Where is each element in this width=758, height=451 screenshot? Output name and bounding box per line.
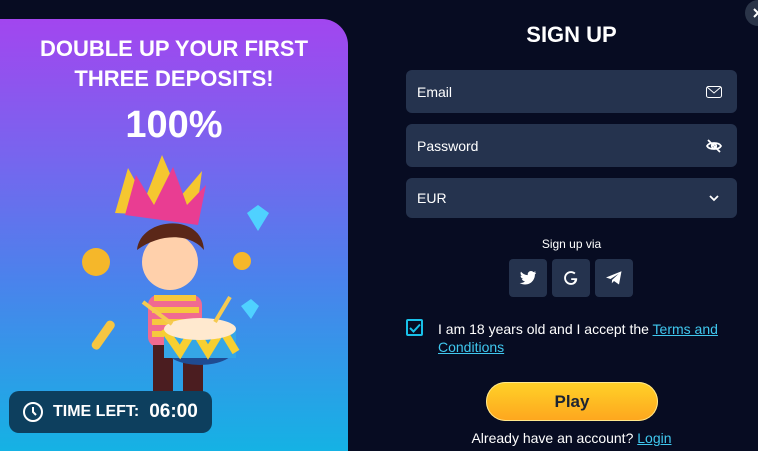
twitter-button[interactable]: [509, 259, 547, 297]
promo-headline: DOUBLE UP YOUR FIRST THREE DEPOSITS!: [39, 36, 309, 91]
close-button[interactable]: [745, 0, 758, 26]
login-prompt-text: Already have an account?: [471, 430, 638, 446]
telegram-icon: [606, 271, 622, 285]
twitter-icon: [519, 271, 537, 285]
page-title: SIGN UP: [526, 22, 617, 47]
checkmark-icon: [408, 323, 421, 333]
play-button[interactable]: Play: [486, 382, 658, 421]
password-label: Password: [417, 137, 479, 154]
hide-password-icon[interactable]: [705, 137, 723, 155]
currency-value: EUR: [417, 190, 447, 206]
google-icon: [564, 271, 578, 285]
promo-banner: DOUBLE UP YOUR FIRST THREE DEPOSITS! 100…: [0, 19, 348, 451]
login-link[interactable]: Login: [637, 430, 671, 446]
google-button[interactable]: [552, 259, 590, 297]
email-field[interactable]: Email: [406, 70, 737, 113]
terms-agreement: I am 18 years old and I accept the Terms…: [438, 320, 738, 356]
telegram-button[interactable]: [595, 259, 633, 297]
terms-text: I am 18 years old and I accept the: [438, 321, 653, 337]
login-prompt: Already have an account? Login: [406, 430, 737, 446]
currency-select[interactable]: EUR: [406, 178, 737, 218]
password-field[interactable]: Password: [406, 124, 737, 167]
signup-via-label: Sign up via: [541, 237, 602, 251]
timer-value: 06:00: [149, 401, 198, 422]
mail-icon: [705, 83, 723, 101]
countdown-timer: TIME LEFT: 06:00: [9, 391, 212, 433]
age-terms-checkbox[interactable]: [406, 319, 423, 336]
email-label: Email: [417, 83, 453, 100]
clock-icon: [23, 402, 43, 422]
timer-label: TIME LEFT:: [53, 403, 140, 420]
promo-percent: 100%: [125, 104, 223, 146]
close-icon: [753, 8, 758, 18]
chevron-down-icon: [705, 189, 723, 207]
drummer-illustration: [82, 155, 269, 395]
